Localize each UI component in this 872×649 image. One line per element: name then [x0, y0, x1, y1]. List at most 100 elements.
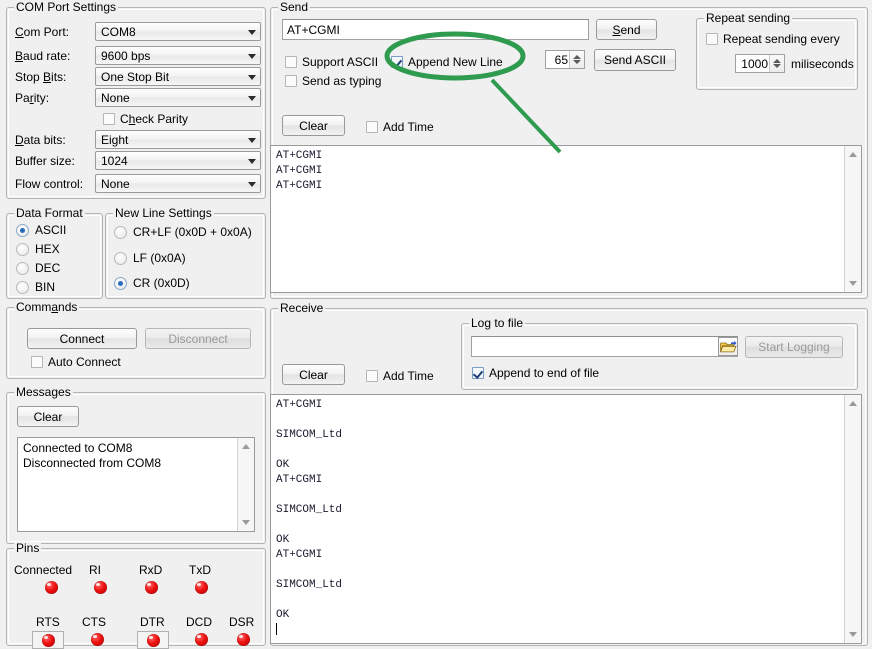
receive-clear-label: Clear: [299, 368, 328, 382]
receive-log-scrollbar[interactable]: [844, 395, 861, 643]
baud-rate-combobox[interactable]: 9600 bps: [95, 46, 261, 65]
append-to-end-of-file-checkbox[interactable]: Append to end of file: [472, 366, 599, 380]
receive-clear-button[interactable]: Clear: [282, 364, 345, 385]
scroll-up-icon[interactable]: [849, 401, 857, 406]
spinner-down-icon[interactable]: [773, 64, 781, 68]
send-button[interactable]: Send: [596, 19, 657, 40]
chevron-down-icon: [248, 96, 256, 101]
log-file-path-input[interactable]: [471, 336, 738, 357]
messages-clear-label: Clear: [34, 410, 63, 424]
send-clear-button[interactable]: Clear: [282, 115, 345, 136]
send-add-time-checkbox[interactable]: Add Time: [366, 120, 434, 134]
pin-led-cts: [91, 633, 104, 646]
send-log-textarea[interactable]: AT+CGMI AT+CGMI AT+CGMI: [270, 145, 862, 293]
messages-textarea[interactable]: Connected to COM8 Disconnected from COM8: [17, 437, 255, 532]
data-bits-combobox[interactable]: Eight: [95, 130, 261, 149]
data-bits-value: Eight: [101, 133, 128, 147]
buffer-size-combobox[interactable]: 1024: [95, 151, 261, 170]
send-ascii-button[interactable]: Send ASCII: [594, 49, 676, 71]
append-new-line-label: Append New Line: [408, 55, 503, 69]
radio-label: DEC: [35, 261, 60, 275]
scroll-down-icon[interactable]: [242, 520, 250, 525]
buffer-size-label: Buffer size:: [15, 154, 75, 168]
radio-label: CR (0x0D): [133, 276, 190, 290]
baud-rate-label: Baud rate:: [15, 49, 70, 63]
send-as-typing-checkbox[interactable]: Send as typing: [285, 74, 381, 88]
data-bits-label: Data bits:: [15, 133, 66, 147]
pin-label-dcd: DCD: [186, 615, 212, 629]
radio-data-format-hex[interactable]: HEX: [16, 242, 60, 256]
radio-data-format-dec[interactable]: DEC: [16, 261, 60, 275]
send-command-input[interactable]: AT+CGMI: [282, 19, 589, 40]
radio-data-format-ascii[interactable]: ASCII: [16, 223, 66, 237]
auto-connect-checkbox[interactable]: Auto Connect: [31, 355, 121, 369]
receive-add-time-label: Add Time: [383, 369, 434, 383]
flow-control-label: Flow control:: [15, 177, 83, 191]
com-port-value: COM8: [101, 25, 136, 39]
messages-content: Connected to COM8 Disconnected from COM8: [23, 441, 236, 471]
pin-label-rts: RTS: [36, 615, 60, 629]
chevron-down-icon: [248, 75, 256, 80]
send-log-content: AT+CGMI AT+CGMI AT+CGMI: [276, 149, 843, 194]
com-port-label: Com Port:: [15, 25, 69, 39]
spinner-up-icon[interactable]: [773, 59, 781, 63]
checkbox-box: [285, 75, 297, 87]
scroll-up-icon[interactable]: [849, 152, 857, 157]
start-logging-button[interactable]: Start Logging: [745, 336, 843, 358]
messages-clear-button[interactable]: Clear: [17, 406, 79, 427]
radio-newline-lf[interactable]: LF (0x0A): [114, 251, 186, 265]
com-port-combobox[interactable]: COM8: [95, 22, 261, 41]
stop-bits-value: One Stop Bit: [101, 70, 169, 84]
scroll-down-icon[interactable]: [849, 281, 857, 286]
log-to-file-group: Log to file Start Logging Append to end …: [461, 323, 858, 390]
check-parity-checkbox[interactable]: Check Parity: [103, 112, 188, 126]
ascii-code-spinner[interactable]: 65: [545, 50, 585, 69]
open-folder-icon[interactable]: [718, 337, 738, 356]
chevron-down-icon: [248, 54, 256, 59]
pin-label-cts: CTS: [82, 615, 106, 629]
stop-bits-combobox[interactable]: One Stop Bit: [95, 67, 261, 86]
checkbox-box: [366, 121, 378, 133]
messages-scrollbar[interactable]: [237, 438, 254, 531]
disconnect-button[interactable]: Disconnect: [145, 328, 251, 349]
radio-dot: [16, 243, 29, 256]
disconnect-button-label: Disconnect: [168, 332, 227, 346]
connect-button[interactable]: Connect: [27, 328, 137, 349]
pin-label-dtr: DTR: [140, 615, 165, 629]
flow-control-combobox[interactable]: None: [95, 174, 261, 193]
receive-log-textarea[interactable]: AT+CGMI SIMCOM_Ltd OK AT+CGMI SIMCOM_Ltd…: [270, 394, 862, 644]
receive-legend: Receive: [278, 302, 325, 314]
messages-group: Messages Clear Connected to COM8 Disconn…: [6, 392, 266, 544]
radio-newline-crlf[interactable]: CR+LF (0x0D + 0x0A): [114, 225, 252, 239]
radio-newline-cr[interactable]: CR (0x0D): [114, 276, 190, 290]
radio-data-format-bin[interactable]: BIN: [16, 280, 55, 294]
spinner-up-icon[interactable]: [573, 55, 581, 59]
parity-combobox[interactable]: None: [95, 88, 261, 107]
send-command-value: AT+CGMI: [287, 23, 340, 37]
scroll-up-icon[interactable]: [242, 444, 250, 449]
log-to-file-legend: Log to file: [469, 317, 525, 329]
repeat-interval-spinner[interactable]: 1000: [735, 54, 785, 73]
pin-led-dsr: [237, 633, 250, 646]
receive-add-time-checkbox[interactable]: Add Time: [366, 369, 434, 383]
radio-label: CR+LF (0x0D + 0x0A): [133, 225, 252, 239]
append-new-line-checkbox[interactable]: Append New Line: [391, 55, 503, 69]
send-legend: Send: [278, 1, 310, 13]
send-add-time-label: Add Time: [383, 120, 434, 134]
repeat-sending-checkbox[interactable]: Repeat sending every: [706, 32, 840, 46]
pin-toggle-rts[interactable]: [32, 631, 64, 649]
parity-value: None: [101, 91, 130, 105]
repeat-sending-group: Repeat sending Repeat sending every 1000…: [696, 18, 858, 90]
spinner-buttons[interactable]: [769, 55, 784, 72]
send-as-typing-label: Send as typing: [302, 74, 381, 88]
checkbox-box: [31, 356, 43, 368]
send-log-scrollbar[interactable]: [844, 146, 861, 292]
spinner-buttons[interactable]: [569, 51, 584, 68]
support-ascii-checkbox[interactable]: Support ASCII: [285, 55, 378, 69]
scroll-down-icon[interactable]: [849, 632, 857, 637]
pin-toggle-dtr[interactable]: [137, 631, 169, 649]
send-clear-label: Clear: [299, 119, 328, 133]
append-to-end-of-file-label: Append to end of file: [489, 366, 599, 380]
messages-legend: Messages: [14, 386, 73, 398]
spinner-down-icon[interactable]: [573, 60, 581, 64]
